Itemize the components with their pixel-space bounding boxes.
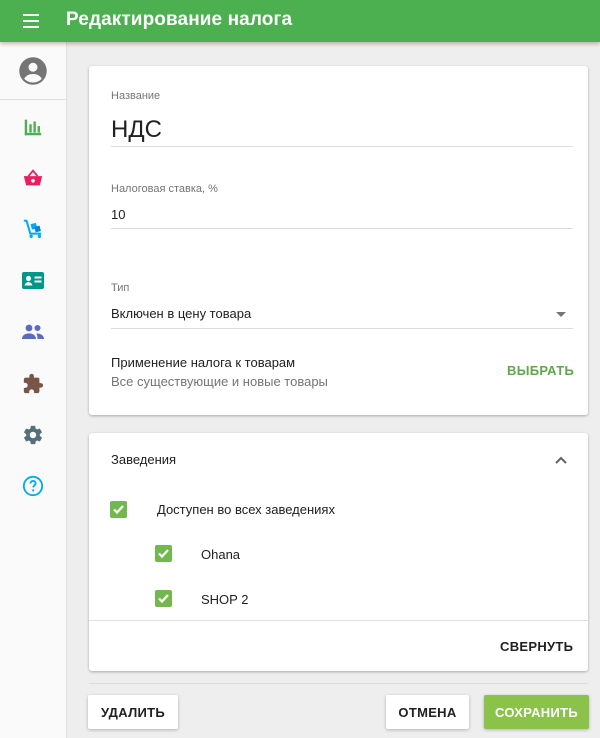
help-icon (22, 475, 44, 497)
store-label: SHOP 2 (201, 592, 249, 607)
apply-subtitle: Все существующие и новые товары (111, 374, 328, 389)
sidebar-item-account[interactable] (0, 51, 66, 91)
sidebar-item-help[interactable] (0, 466, 66, 506)
gear-icon (24, 425, 42, 445)
name-input[interactable]: НДС (111, 116, 162, 144)
chevron-up-icon[interactable] (554, 455, 568, 465)
sidebar-item-integrations[interactable] (0, 364, 66, 404)
check-icon (113, 505, 124, 515)
name-underline (111, 146, 573, 147)
type-select[interactable]: Включен в цену товара (111, 306, 573, 326)
name-label: Название (111, 90, 161, 102)
stores-card: Заведения Доступен во всех заведениях Oh… (89, 433, 588, 671)
apply-title: Применение налога к товарам (111, 355, 296, 370)
check-icon (158, 549, 169, 559)
all-stores-checkbox[interactable] (110, 501, 127, 518)
check-icon (158, 594, 169, 604)
stores-divider (89, 620, 588, 621)
account-circle-icon (19, 57, 47, 85)
rate-underline (111, 228, 573, 229)
store-checkbox-ohana[interactable] (155, 545, 172, 562)
collapse-button[interactable]: СВЕРНУТЬ (500, 639, 573, 654)
sidebar-divider (0, 99, 66, 100)
sidebar-item-employees[interactable] (0, 261, 66, 301)
select-items-button[interactable]: ВЫБРАТЬ (507, 363, 574, 378)
puzzle-icon (23, 373, 44, 394)
page-title: Редактирование налога (66, 9, 293, 30)
sidebar-item-settings[interactable] (0, 415, 66, 455)
tax-form-card: Название НДС Налоговая ставка, % 10 Тип … (89, 66, 588, 415)
store-label: Ohana (201, 547, 241, 562)
sidebar (0, 42, 67, 738)
cart-icon (23, 219, 42, 238)
save-button[interactable]: СОХРАНИТЬ (484, 695, 589, 729)
all-stores-label: Доступен во всех заведениях (157, 502, 335, 517)
footer-divider (89, 683, 588, 684)
stores-title: Заведения (111, 452, 177, 467)
store-checkbox-shop2[interactable] (155, 590, 172, 607)
cancel-button[interactable]: ОТМЕНА (386, 695, 469, 729)
sidebar-item-customers[interactable] (0, 312, 66, 352)
menu-icon[interactable] (19, 10, 45, 32)
rate-input[interactable]: 10 (111, 207, 125, 222)
type-underline (111, 328, 573, 329)
type-label: Тип (111, 282, 130, 294)
delete-button[interactable]: УДАЛИТЬ (88, 695, 178, 729)
bar-chart-icon (24, 119, 42, 136)
people-icon (22, 324, 44, 339)
id-card-icon (22, 272, 44, 289)
sidebar-item-reports[interactable] (0, 107, 66, 147)
basket-icon (23, 169, 43, 186)
sidebar-item-items[interactable] (0, 209, 66, 249)
rate-label: Налоговая ставка, % (111, 183, 218, 195)
app-bar: Редактирование налога (0, 0, 600, 42)
chevron-down-icon[interactable] (556, 312, 566, 317)
sidebar-item-sales[interactable] (0, 158, 66, 198)
